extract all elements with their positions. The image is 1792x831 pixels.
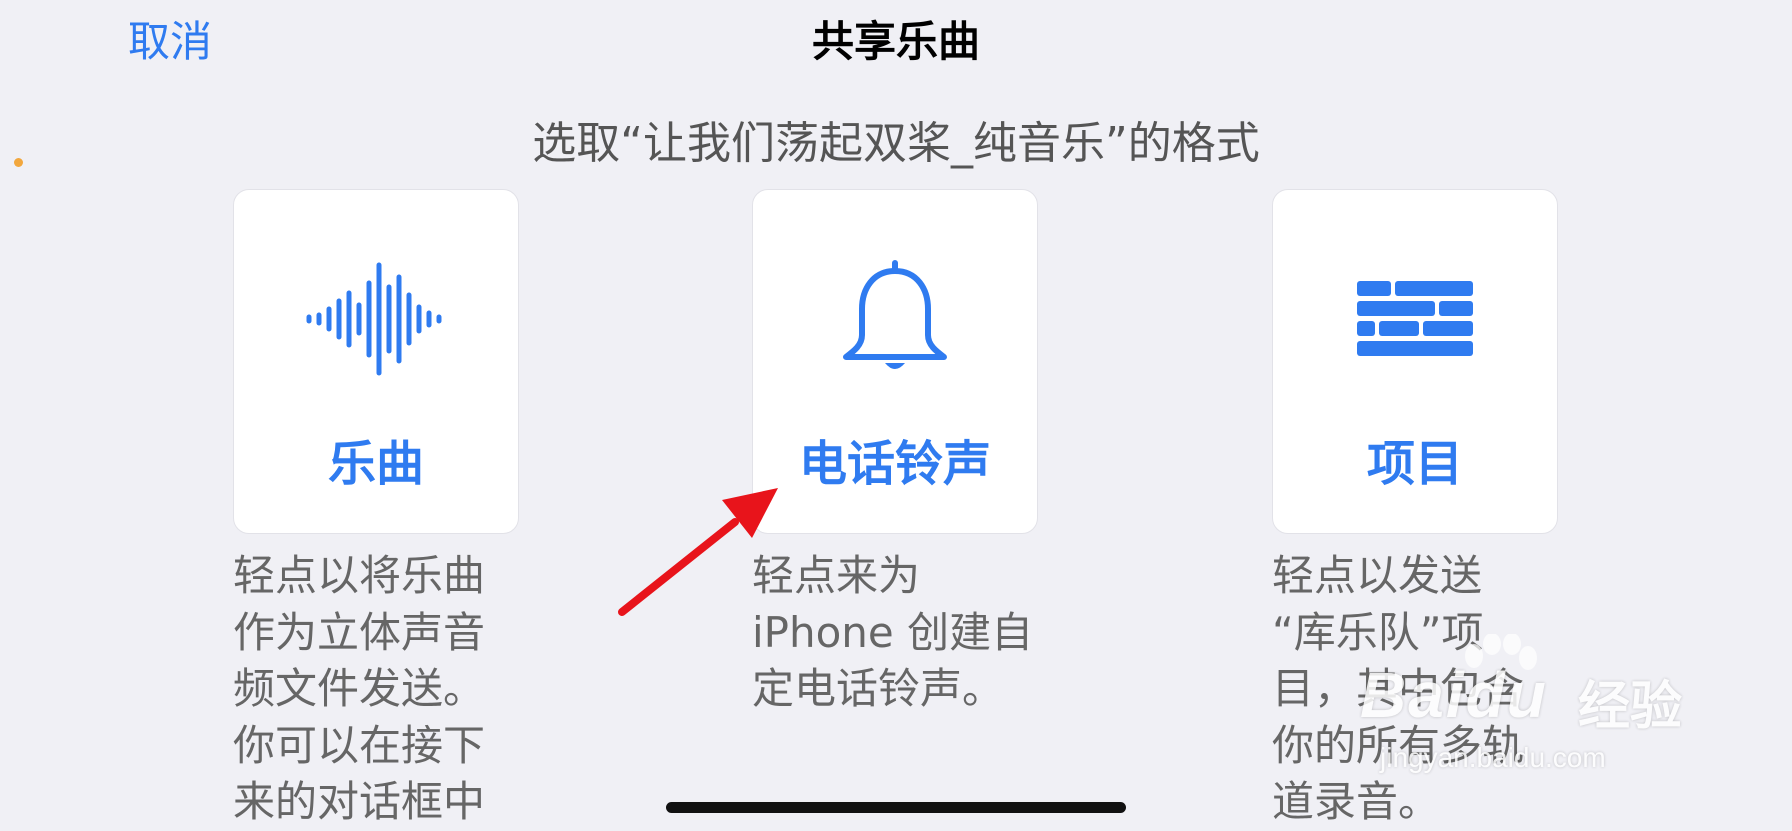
option-song-card[interactable]: 乐曲 (233, 189, 519, 534)
page-title: 共享乐曲 (811, 17, 980, 66)
option-ringtone-label: 电话铃声 (798, 436, 991, 492)
option-song-description: 轻点以将乐曲 作为立体声音 频文件发送。 你可以在接下 来的对话框中 (233, 551, 486, 826)
watermark-brand: Baidu (1360, 659, 1548, 731)
baidu-jingyan-watermark: Baidu 经验 jingyan.baidu.com (1340, 630, 1720, 790)
watermark-cn: 经验 (1578, 677, 1683, 737)
bell-icon (753, 254, 1037, 384)
option-ringtone-card[interactable]: 电话铃声 (752, 189, 1038, 534)
watermark-url: jingyan.baidu.com (1380, 742, 1606, 773)
option-song-label: 乐曲 (327, 436, 424, 492)
option-project-card[interactable]: 项目 (1272, 189, 1558, 534)
home-indicator[interactable] (666, 802, 1126, 813)
waveform-icon (234, 254, 518, 384)
format-prompt: 选取“让我们荡起双桨_纯音乐”的格式 (532, 118, 1260, 169)
bricks-icon (1273, 254, 1557, 384)
option-ringtone-description: 轻点来为 iPhone 创建自 定电话铃声。 (752, 551, 1034, 713)
option-project-label: 项目 (1366, 436, 1463, 492)
